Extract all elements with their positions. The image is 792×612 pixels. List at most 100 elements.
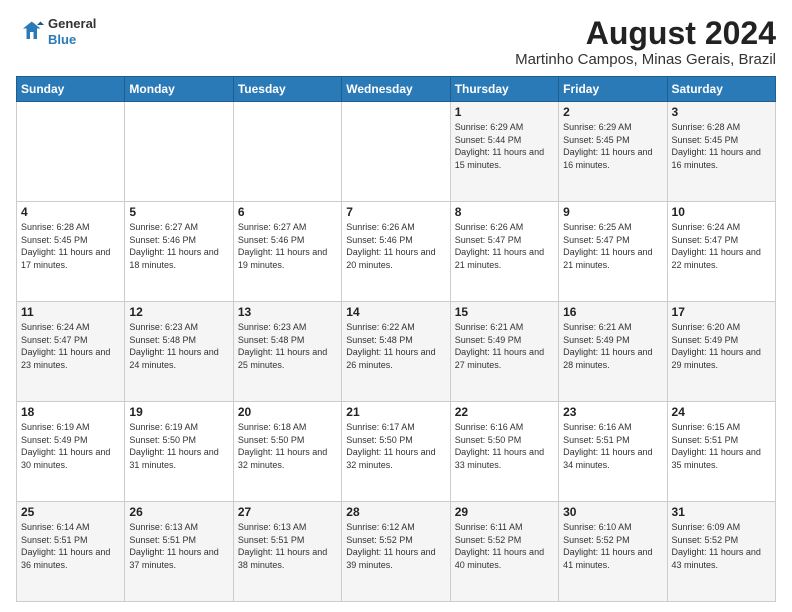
day-info: Sunrise: 6:15 AM Sunset: 5:51 PM Dayligh… (672, 421, 771, 471)
day-number: 9 (563, 205, 662, 219)
page: General Blue August 2024 Martinho Campos… (0, 0, 792, 612)
calendar-cell: 2Sunrise: 6:29 AM Sunset: 5:45 PM Daylig… (559, 102, 667, 202)
calendar-cell: 11 Sunrise: 6:24 AM Sunset: 5:47 PM Dayli… (17, 302, 125, 402)
day-number: 25 (21, 505, 120, 519)
day-number: 2 (563, 105, 662, 119)
calendar-cell: 1 Sunrise: 6:29 AM Sunset: 5:44 PM Daylig… (450, 102, 558, 202)
calendar-cell: 17Sunrise: 6:20 AM Sunset: 5:49 PM Dayli… (667, 302, 775, 402)
calendar-cell: 30Sunrise: 6:10 AM Sunset: 5:52 PM Dayli… (559, 502, 667, 602)
col-tuesday: Tuesday (233, 77, 341, 102)
calendar-cell: 27Sunrise: 6:13 AM Sunset: 5:51 PM Dayli… (233, 502, 341, 602)
day-info: Sunrise: 6:17 AM Sunset: 5:50 PM Dayligh… (346, 421, 445, 471)
calendar-cell: 7 Sunrise: 6:26 AM Sunset: 5:46 PM Daylig… (342, 202, 450, 302)
calendar-cell: 18 Sunrise: 6:19 AM Sunset: 5:49 PM Dayli… (17, 402, 125, 502)
calendar-week-2: 4 Sunrise: 6:28 AM Sunset: 5:45 PM Daylig… (17, 202, 776, 302)
day-info: Sunrise: 6:16 AM Sunset: 5:50 PM Dayligh… (455, 421, 554, 471)
logo-line1: General (48, 16, 96, 32)
day-number: 29 (455, 505, 554, 519)
day-number: 11 (21, 305, 120, 319)
day-info: Sunrise: 6:18 AM Sunset: 5:50 PM Dayligh… (238, 421, 337, 471)
day-info: Sunrise: 6:27 AM Sunset: 5:46 PM Dayligh… (238, 221, 337, 271)
day-number: 1 (455, 105, 554, 119)
day-info: Sunrise: 6:24 AM Sunset: 5:47 PM Dayligh… (21, 321, 120, 371)
day-number: 28 (346, 505, 445, 519)
day-number: 26 (129, 505, 228, 519)
calendar-cell: 4 Sunrise: 6:28 AM Sunset: 5:45 PM Daylig… (17, 202, 125, 302)
calendar-cell: 19Sunrise: 6:19 AM Sunset: 5:50 PM Dayli… (125, 402, 233, 502)
day-info: Sunrise: 6:23 AM Sunset: 5:48 PM Dayligh… (238, 321, 337, 371)
col-monday: Monday (125, 77, 233, 102)
day-number: 31 (672, 505, 771, 519)
day-info: Sunrise: 6:29 AM Sunset: 5:44 PM Dayligh… (455, 121, 554, 171)
logo-line2: Blue (48, 32, 96, 48)
title-block: August 2024 Martinho Campos, Minas Gerai… (515, 16, 776, 68)
day-info: Sunrise: 6:28 AM Sunset: 5:45 PM Dayligh… (21, 221, 120, 271)
calendar-cell: 25 Sunrise: 6:14 AM Sunset: 5:51 PM Dayli… (17, 502, 125, 602)
header-row: Sunday Monday Tuesday Wednesday Thursday… (17, 77, 776, 102)
day-number: 18 (21, 405, 120, 419)
calendar-cell: 16 Sunrise: 6:21 AM Sunset: 5:49 PM Dayli… (559, 302, 667, 402)
day-info: Sunrise: 6:21 AM Sunset: 5:49 PM Dayligh… (563, 321, 662, 371)
calendar-cell: 12Sunrise: 6:23 AM Sunset: 5:48 PM Dayli… (125, 302, 233, 402)
day-number: 24 (672, 405, 771, 419)
day-number: 16 (563, 305, 662, 319)
day-info: Sunrise: 6:13 AM Sunset: 5:51 PM Dayligh… (238, 521, 337, 571)
calendar-cell: 10 Sunrise: 6:24 AM Sunset: 5:47 PM Dayli… (667, 202, 775, 302)
calendar-week-1: 1 Sunrise: 6:29 AM Sunset: 5:44 PM Daylig… (17, 102, 776, 202)
day-info: Sunrise: 6:14 AM Sunset: 5:51 PM Dayligh… (21, 521, 120, 571)
col-wednesday: Wednesday (342, 77, 450, 102)
day-number: 6 (238, 205, 337, 219)
day-info: Sunrise: 6:26 AM Sunset: 5:47 PM Dayligh… (455, 221, 554, 271)
logo-text: General Blue (48, 16, 96, 47)
day-info: Sunrise: 6:22 AM Sunset: 5:48 PM Dayligh… (346, 321, 445, 371)
calendar-cell: 29 Sunrise: 6:11 AM Sunset: 5:52 PM Dayli… (450, 502, 558, 602)
col-thursday: Thursday (450, 77, 558, 102)
day-info: Sunrise: 6:10 AM Sunset: 5:52 PM Dayligh… (563, 521, 662, 571)
calendar-cell: 26 Sunrise: 6:13 AM Sunset: 5:51 PM Dayli… (125, 502, 233, 602)
day-info: Sunrise: 6:27 AM Sunset: 5:46 PM Dayligh… (129, 221, 228, 271)
day-info: Sunrise: 6:25 AM Sunset: 5:47 PM Dayligh… (563, 221, 662, 271)
day-number: 7 (346, 205, 445, 219)
calendar-week-5: 25 Sunrise: 6:14 AM Sunset: 5:51 PM Dayli… (17, 502, 776, 602)
day-info: Sunrise: 6:16 AM Sunset: 5:51 PM Dayligh… (563, 421, 662, 471)
calendar-week-3: 11 Sunrise: 6:24 AM Sunset: 5:47 PM Dayli… (17, 302, 776, 402)
day-number: 4 (21, 205, 120, 219)
calendar-cell (17, 102, 125, 202)
day-number: 10 (672, 205, 771, 219)
day-number: 3 (672, 105, 771, 119)
calendar-cell: 20 Sunrise: 6:18 AM Sunset: 5:50 PM Dayli… (233, 402, 341, 502)
calendar-cell: 13Sunrise: 6:23 AM Sunset: 5:48 PM Dayli… (233, 302, 341, 402)
header: General Blue August 2024 Martinho Campos… (16, 16, 776, 68)
calendar-cell (342, 102, 450, 202)
calendar-cell: 9 Sunrise: 6:25 AM Sunset: 5:47 PM Daylig… (559, 202, 667, 302)
day-info: Sunrise: 6:20 AM Sunset: 5:49 PM Dayligh… (672, 321, 771, 371)
day-info: Sunrise: 6:23 AM Sunset: 5:48 PM Dayligh… (129, 321, 228, 371)
day-info: Sunrise: 6:11 AM Sunset: 5:52 PM Dayligh… (455, 521, 554, 571)
day-info: Sunrise: 6:12 AM Sunset: 5:52 PM Dayligh… (346, 521, 445, 571)
calendar-table: Sunday Monday Tuesday Wednesday Thursday… (16, 76, 776, 602)
calendar-cell: 31 Sunrise: 6:09 AM Sunset: 5:52 PM Dayli… (667, 502, 775, 602)
day-number: 20 (238, 405, 337, 419)
day-number: 21 (346, 405, 445, 419)
logo: General Blue (16, 16, 96, 47)
col-friday: Friday (559, 77, 667, 102)
calendar-cell: 24 Sunrise: 6:15 AM Sunset: 5:51 PM Dayli… (667, 402, 775, 502)
calendar-cell (125, 102, 233, 202)
logo-icon (16, 18, 44, 46)
calendar-cell: 6 Sunrise: 6:27 AM Sunset: 5:46 PM Daylig… (233, 202, 341, 302)
calendar-cell: 22Sunrise: 6:16 AM Sunset: 5:50 PM Dayli… (450, 402, 558, 502)
day-info: Sunrise: 6:13 AM Sunset: 5:51 PM Dayligh… (129, 521, 228, 571)
calendar-cell: 14 Sunrise: 6:22 AM Sunset: 5:48 PM Dayli… (342, 302, 450, 402)
day-info: Sunrise: 6:19 AM Sunset: 5:49 PM Dayligh… (21, 421, 120, 471)
day-info: Sunrise: 6:19 AM Sunset: 5:50 PM Dayligh… (129, 421, 228, 471)
calendar-cell: 23Sunrise: 6:16 AM Sunset: 5:51 PM Dayli… (559, 402, 667, 502)
day-info: Sunrise: 6:24 AM Sunset: 5:47 PM Dayligh… (672, 221, 771, 271)
calendar-cell: 8Sunrise: 6:26 AM Sunset: 5:47 PM Daylig… (450, 202, 558, 302)
day-info: Sunrise: 6:26 AM Sunset: 5:46 PM Dayligh… (346, 221, 445, 271)
day-info: Sunrise: 6:09 AM Sunset: 5:52 PM Dayligh… (672, 521, 771, 571)
calendar-title: August 2024 (515, 16, 776, 51)
day-number: 5 (129, 205, 228, 219)
col-sunday: Sunday (17, 77, 125, 102)
day-number: 14 (346, 305, 445, 319)
calendar-cell: 21 Sunrise: 6:17 AM Sunset: 5:50 PM Dayli… (342, 402, 450, 502)
